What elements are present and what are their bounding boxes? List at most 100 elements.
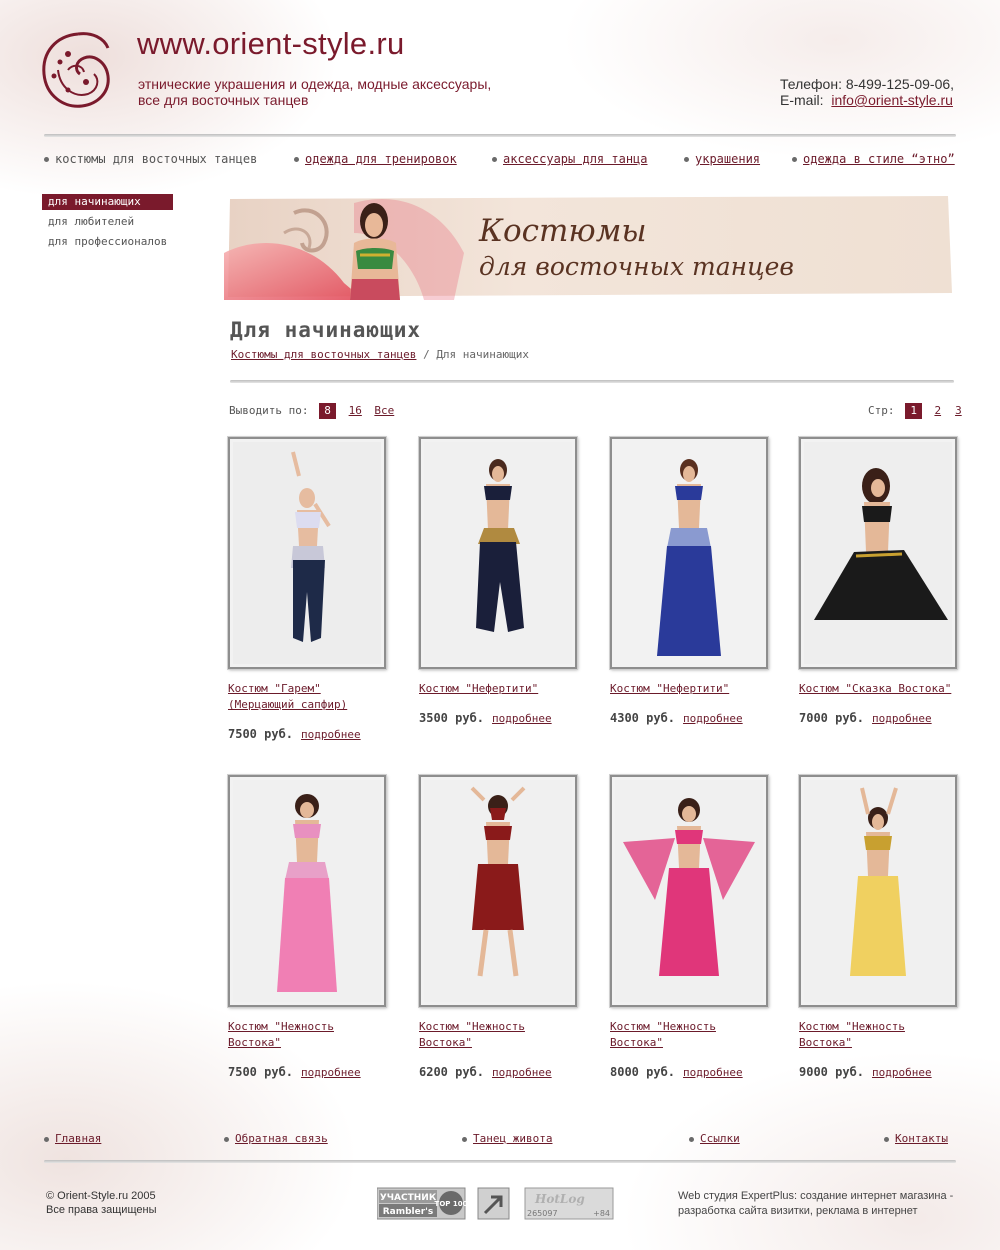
product-price: 4300 руб. xyxy=(610,711,676,725)
nav-item-label[interactable]: аксессуары для танца xyxy=(503,152,648,166)
product-photo[interactable] xyxy=(419,437,577,669)
dancer-photo-icon xyxy=(804,780,952,1002)
hotlog-delta: +84 xyxy=(593,1209,610,1218)
nav-item-ethno-clothes[interactable]: одежда в стиле “этно” xyxy=(792,152,955,166)
product-name-link[interactable]: Костюм "Нежность Востока" xyxy=(419,1020,525,1049)
copyright: © Orient-Style.ru 2005 Все права защищен… xyxy=(46,1189,156,1217)
email-link[interactable]: info@orient-style.ru xyxy=(831,92,953,108)
product-photo[interactable] xyxy=(610,775,768,1007)
nav-item-costumes[interactable]: костюмы для восточных танцев xyxy=(44,152,257,166)
nav-item-training-clothes[interactable]: одежда для тренировок xyxy=(294,152,457,166)
tagline-line: этнические украшения и одежда, модные ак… xyxy=(138,76,492,92)
footer-link-label[interactable]: Главная xyxy=(55,1132,101,1145)
rambler-top-text: УЧАСТНИК xyxy=(380,1193,437,1203)
footer-link-label[interactable]: Обратная связь xyxy=(235,1132,328,1145)
side-item-amateurs[interactable]: для любителей xyxy=(42,214,173,230)
product-photo[interactable] xyxy=(419,775,577,1007)
page-link-1[interactable]: 1 xyxy=(905,403,923,419)
product-details-link[interactable]: подробнее xyxy=(301,728,361,741)
bullet-icon xyxy=(44,1136,49,1142)
footer-link-label[interactable]: Ссылки xyxy=(700,1132,740,1145)
product-details-link[interactable]: подробнее xyxy=(301,1066,361,1079)
page-link-2[interactable]: 2 xyxy=(933,403,943,419)
paisley-logo-icon[interactable] xyxy=(38,30,118,112)
hotlog-title: HotLog xyxy=(534,1192,585,1206)
side-nav: для начинающих для любителей для професс… xyxy=(42,194,174,254)
footer-link-belly-dance[interactable]: Танец живота xyxy=(462,1132,552,1145)
nav-item-label[interactable]: одежда в стиле “этно” xyxy=(803,152,955,166)
product-name-link[interactable]: Костюм "Нежность Востока" xyxy=(610,1020,716,1049)
per-page-selector: Выводить по: 8 16 Все xyxy=(229,403,394,419)
rambler-top100-counter[interactable]: УЧАСТНИК Rambler's TOP 100 xyxy=(376,1187,468,1220)
per-page-option-8[interactable]: 8 xyxy=(319,403,337,419)
product-name-line: (Мерцающий сапфир) xyxy=(228,698,348,711)
product-name-link[interactable]: Костюм "Нежность Востока" xyxy=(799,1020,905,1049)
tagline-line: все для восточных танцев xyxy=(138,92,309,108)
bullet-icon xyxy=(792,157,797,162)
hotlog-count: 265097 xyxy=(527,1209,558,1218)
header-divider xyxy=(44,134,956,137)
product-photo[interactable] xyxy=(228,437,386,669)
product-name-link[interactable]: Костюм "Нефертити" xyxy=(610,682,729,695)
nav-item-accessories[interactable]: аксессуары для танца xyxy=(492,152,648,166)
product-name-link[interactable]: Костюм "Нефертити" xyxy=(419,682,538,695)
product-photo[interactable] xyxy=(228,775,386,1007)
product-photo[interactable] xyxy=(799,775,957,1007)
side-item-beginners[interactable]: для начинающих xyxy=(42,194,174,210)
footer-link-contacts[interactable]: Контакты xyxy=(884,1132,948,1145)
product-details-link[interactable]: подробнее xyxy=(492,1066,552,1079)
product-details-link[interactable]: подробнее xyxy=(683,1066,743,1079)
nav-item-label: костюмы для восточных танцев xyxy=(55,152,258,166)
product-details-link[interactable]: подробнее xyxy=(683,712,743,725)
product-name-link[interactable]: Костюм "Гарем" (Мерцающий сапфир) xyxy=(228,682,347,711)
footer-link-label[interactable]: Контакты xyxy=(895,1132,948,1145)
product-price: 7000 руб. xyxy=(799,711,865,725)
hotlog-counter[interactable]: HotLog 265097 +84 xyxy=(524,1187,614,1220)
dancer-photo-icon xyxy=(424,442,572,664)
footer-link-label[interactable]: Танец живота xyxy=(473,1132,552,1145)
page-title: Для начинающих xyxy=(230,318,422,342)
product-photo[interactable] xyxy=(610,437,768,669)
email-label: E-mail: xyxy=(780,92,824,108)
product-name-link[interactable]: Костюм "Нежность Востока" xyxy=(228,1020,334,1049)
studio-credit[interactable]: Web студия ExpertPlus: создание интернет… xyxy=(678,1189,968,1219)
product-card: Костюм "Нежность Востока" 7500 руб. подроб… xyxy=(228,775,398,1079)
product-price: 6200 руб. xyxy=(419,1065,485,1079)
footer-link-links[interactable]: Ссылки xyxy=(689,1132,740,1145)
product-name-line: Костюм "Нежность xyxy=(228,1020,334,1033)
product-details-link[interactable]: подробнее xyxy=(872,1066,932,1079)
product-photo[interactable] xyxy=(799,437,957,669)
product-card: Костюм "Гарем" (Мерцающий сапфир) 7500 ру… xyxy=(228,437,398,741)
dancer-photo-icon xyxy=(233,442,381,664)
product-card: Костюм "Нефертити" 4300 руб. подробнее xyxy=(610,437,780,725)
footer-link-home[interactable]: Главная xyxy=(44,1132,101,1145)
site-title[interactable]: www.orient-style.ru xyxy=(137,26,405,62)
product-details-link[interactable]: подробнее xyxy=(872,712,932,725)
page-link-3[interactable]: 3 xyxy=(953,403,963,419)
nav-item-label[interactable]: одежда для тренировок xyxy=(305,152,457,166)
product-card: Костюм "Нефертити" 3500 руб. подробнее xyxy=(419,437,589,725)
footer-link-feedback[interactable]: Обратная связь xyxy=(224,1132,328,1145)
nav-item-jewelry[interactable]: украшения xyxy=(684,152,760,166)
side-item-professionals[interactable]: для профессионалов xyxy=(42,234,173,250)
breadcrumb-link-costumes[interactable]: Костюмы для восточных танцев xyxy=(231,348,416,361)
per-page-option-16[interactable]: 16 xyxy=(347,403,364,419)
nav-item-label[interactable]: украшения xyxy=(695,152,760,166)
bullet-icon xyxy=(884,1136,889,1142)
product-name-line: Костюм "Нежность xyxy=(419,1020,525,1033)
bullet-icon xyxy=(224,1136,229,1142)
counters: УЧАСТНИК Rambler's TOP 100 HotLog 265097… xyxy=(376,1187,617,1226)
bullet-icon xyxy=(492,157,497,162)
per-page-option-all[interactable]: Все xyxy=(374,403,394,419)
liveinternet-counter-icon[interactable] xyxy=(477,1187,510,1220)
product-name-line: Костюм "Сказка Востока" xyxy=(799,682,952,695)
product-card: Костюм "Сказка Востока" 7000 руб. подробн… xyxy=(799,437,969,725)
bullet-icon xyxy=(689,1136,694,1142)
bullet-icon xyxy=(684,157,689,162)
product-card: Костюм "Нежность Востока" 9000 руб. подроб… xyxy=(799,775,969,1079)
product-name-link[interactable]: Костюм "Сказка Востока" xyxy=(799,682,951,695)
rambler-bottom-text: Rambler's xyxy=(383,1207,434,1217)
studio-credit-line: разработка сайта визитки, реклама в инте… xyxy=(678,1205,918,1217)
product-price: 8000 руб. xyxy=(610,1065,676,1079)
product-details-link[interactable]: подробнее xyxy=(492,712,552,725)
